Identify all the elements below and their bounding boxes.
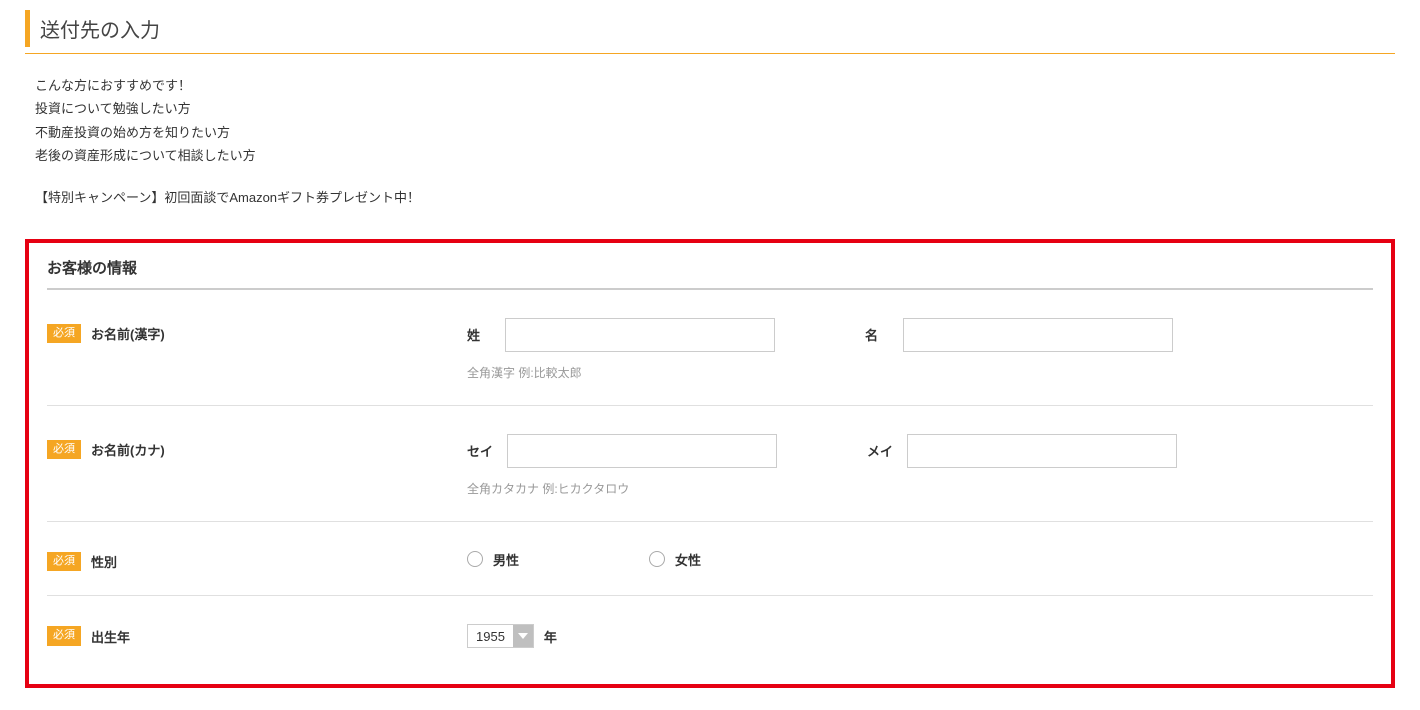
radio-label-male: 男性 — [493, 550, 519, 569]
hint-name-kanji: 全角漢字 例:比較太郎 — [467, 364, 1373, 381]
value-col-name-kana: セイ メイ 全角カタカナ 例:ヒカクタロウ — [467, 434, 1373, 497]
radio-circle-icon — [467, 551, 483, 567]
customer-info-form: お客様の情報 必須 お名前(漢字) 姓 名 全角漢字 例:比較太 — [25, 239, 1395, 688]
sei-input-kanji[interactable] — [505, 318, 775, 352]
radio-circle-icon — [649, 551, 665, 567]
sei-label-kana: セイ — [467, 441, 493, 460]
field-label-birth-year: 出生年 — [91, 627, 130, 646]
radio-item-female[interactable]: 女性 — [649, 550, 701, 569]
intro-line-1: こんな方におすすめです！ — [35, 74, 1395, 97]
mei-input-kanji[interactable] — [903, 318, 1173, 352]
birth-year-value: 1955 — [468, 629, 513, 644]
value-col-birth-year: 1955 年 — [467, 620, 1373, 648]
chevron-down-icon — [513, 625, 533, 647]
hint-name-kana: 全角カタカナ 例:ヒカクタロウ — [467, 480, 1373, 497]
intro-line-3: 不動産投資の始め方を知りたい方 — [35, 121, 1395, 144]
birth-year-suffix: 年 — [544, 627, 557, 646]
required-badge: 必須 — [47, 626, 81, 645]
intro-text: こんな方におすすめです！ 投資について勉強したい方 不動産投資の始め方を知りたい… — [25, 74, 1395, 209]
mei-label-kana: メイ — [867, 441, 893, 460]
sei-label-kanji: 姓 — [467, 325, 491, 344]
intro-campaign: 【特別キャンペーン】初回面談でAmazonギフト券プレゼント中！ — [35, 186, 1395, 209]
sei-input-kana[interactable] — [507, 434, 777, 468]
title-underline — [25, 53, 1395, 54]
label-col-gender: 必須 性別 — [47, 546, 467, 571]
label-col-birth-year: 必須 出生年 — [47, 620, 467, 645]
label-col-name-kana: 必須 お名前(カナ) — [47, 434, 467, 459]
field-row-name-kana: 必須 お名前(カナ) セイ メイ 全角カタカナ 例:ヒカクタロウ — [47, 406, 1373, 522]
required-badge: 必須 — [47, 440, 81, 459]
birth-year-select[interactable]: 1955 — [467, 624, 534, 648]
label-col-name-kanji: 必須 お名前(漢字) — [47, 318, 467, 343]
page-title: 送付先の入力 — [40, 14, 1395, 43]
field-row-name-kanji: 必須 お名前(漢字) 姓 名 全角漢字 例:比較太郎 — [47, 290, 1373, 406]
field-label-gender: 性別 — [91, 552, 117, 571]
value-col-name-kanji: 姓 名 全角漢字 例:比較太郎 — [467, 318, 1373, 381]
page-title-container: 送付先の入力 — [25, 10, 1395, 47]
section-heading: お客様の情報 — [47, 257, 1373, 290]
intro-line-4: 老後の資産形成について相談したい方 — [35, 144, 1395, 167]
field-label-name-kanji: お名前(漢字) — [91, 324, 165, 343]
required-badge: 必須 — [47, 552, 81, 571]
field-label-name-kana: お名前(カナ) — [91, 440, 165, 459]
field-row-birth-year: 必須 出生年 1955 年 — [47, 596, 1373, 672]
field-row-gender: 必須 性別 男性 女性 — [47, 522, 1373, 596]
required-badge: 必須 — [47, 324, 81, 343]
radio-item-male[interactable]: 男性 — [467, 550, 519, 569]
value-col-gender: 男性 女性 — [467, 546, 1373, 569]
mei-input-kana[interactable] — [907, 434, 1177, 468]
intro-line-2: 投資について勉強したい方 — [35, 97, 1395, 120]
mei-label-kanji: 名 — [865, 325, 889, 344]
radio-label-female: 女性 — [675, 550, 701, 569]
